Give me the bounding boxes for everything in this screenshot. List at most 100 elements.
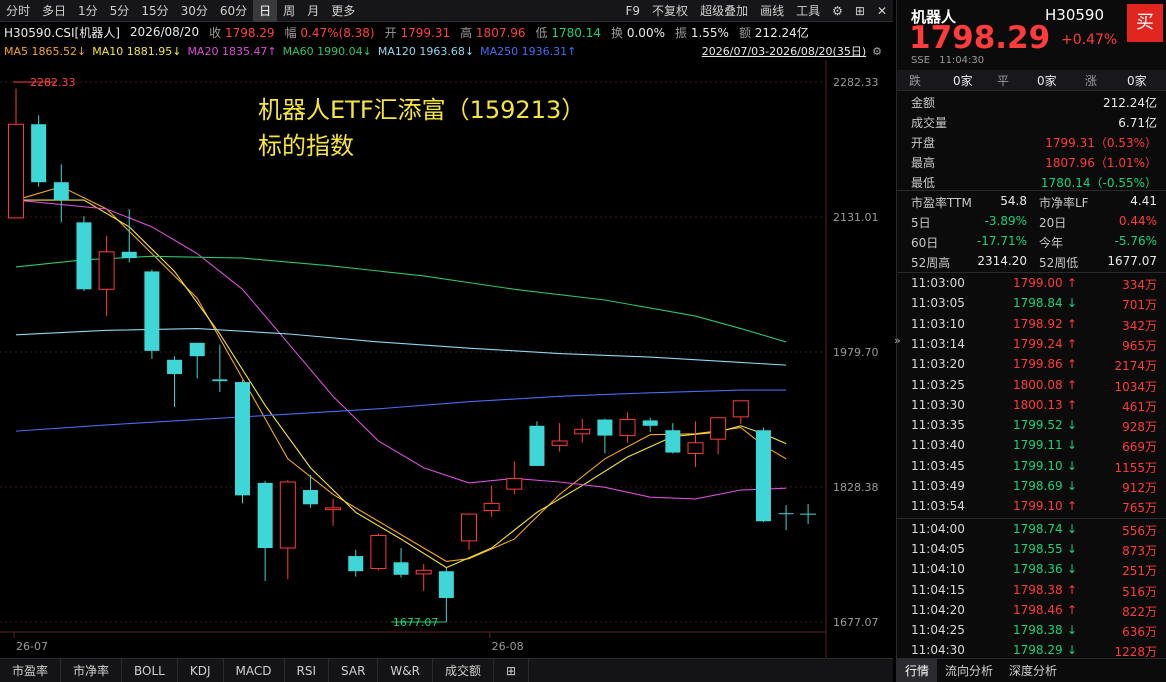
tick-time: 11:03:45 — [911, 458, 965, 473]
candle-body — [619, 419, 636, 437]
arrow-down-icon: ↓ — [1067, 438, 1078, 453]
stat-row: 最低 1780.14（-0.55%） — [897, 172, 1166, 192]
tool-button-1[interactable]: 不复权 — [646, 0, 694, 22]
indicator-tab-7[interactable]: W&R — [378, 658, 433, 682]
expand-icon[interactable]: ⊞ — [849, 0, 871, 22]
tick-time: 11:03:40 — [911, 438, 965, 453]
candle-body — [212, 379, 228, 382]
buy-button[interactable]: 买 — [1127, 4, 1163, 42]
metric-row: 60日 -17.71% 今年 -5.76% — [897, 232, 1166, 252]
tick-time: 11:03:05 — [911, 296, 965, 311]
candle-body — [755, 430, 771, 522]
tick-time: 11:03:35 — [911, 418, 965, 433]
tick-price: 1799.11 — [1013, 438, 1063, 453]
period-tab-3[interactable]: 5分 — [104, 0, 136, 22]
collapse-panel-icon[interactable]: » — [894, 334, 901, 347]
indicator-tab-5[interactable]: RSI — [285, 658, 330, 682]
stat-value: 6.71亿 — [1118, 116, 1157, 130]
period-tab-10[interactable]: 更多 — [325, 0, 361, 22]
tick-price: 1799.24 — [1013, 336, 1063, 351]
metric-value: -3.89% — [984, 214, 1027, 228]
candle-body — [53, 182, 69, 201]
stat-row: 成交量 6.71亿 — [897, 112, 1166, 132]
indicator-tab-4[interactable]: MACD — [224, 658, 285, 682]
tool-button-2[interactable]: 超级叠加 — [694, 0, 754, 22]
ma-line-ma5 — [15, 186, 787, 562]
panel-tab-0[interactable]: 行情 — [897, 659, 938, 682]
tick-price: 1798.29 — [1013, 643, 1063, 658]
quote-panel: 机器人 H30590 买 1798.29 +0.47% SSE 11:04:30… — [896, 0, 1166, 682]
tick-time: 11:04:25 — [911, 623, 965, 638]
indicator-tab-3[interactable]: KDJ — [178, 658, 224, 682]
period-tab-5[interactable]: 30分 — [175, 0, 214, 22]
tick-price: 1800.08 — [1013, 377, 1063, 392]
tool-button-0[interactable]: F9 — [620, 0, 647, 22]
kline-chart[interactable]: 2282.33 2131.01 1979.70 1828.38 1677.07 26-07… — [0, 60, 893, 658]
breadth-value-0: 0家 — [953, 74, 973, 88]
tool-button-3[interactable]: 画线 — [754, 0, 790, 22]
stat-label: 金额 — [911, 96, 936, 110]
period-tab-9[interactable]: 月 — [301, 0, 325, 22]
period-tab-1[interactable]: 多日 — [36, 0, 72, 22]
indicator-tab-8[interactable]: 成交额 — [433, 658, 494, 682]
period-tab-6[interactable]: 60分 — [214, 0, 253, 22]
indicator-tab-2[interactable]: BOLL — [122, 658, 178, 682]
tick-time: 11:03:14 — [911, 336, 965, 351]
high-marker-label: 2282.33 — [30, 76, 76, 89]
stat-label: 开盘 — [911, 136, 936, 150]
arrow-up-icon: ↑ — [1067, 316, 1078, 331]
gear-icon[interactable]: ⚙ — [826, 0, 849, 22]
tick-price: 1798.74 — [1013, 521, 1063, 536]
tool-button-4[interactable]: 工具 — [790, 0, 826, 22]
tick-price: 1799.10 — [1013, 499, 1063, 514]
tick-row: 11:03:05 1798.84 ↓ 701万 — [897, 294, 1166, 314]
close-icon[interactable]: ✕ — [871, 0, 893, 22]
settings-icon[interactable]: ⚙ — [872, 45, 890, 58]
add-indicator-icon[interactable]: ⊞ — [494, 658, 530, 682]
candle-body — [483, 502, 500, 512]
period-tab-0[interactable]: 分时 — [0, 0, 36, 22]
tick-time: 11:03:25 — [911, 377, 965, 392]
tick-time: 11:03:49 — [911, 479, 965, 493]
tick-volume: 461万 — [1122, 399, 1157, 414]
tick-time: 11:04:10 — [911, 562, 965, 577]
candle-body — [325, 507, 342, 511]
period-tab-8[interactable]: 周 — [277, 0, 301, 22]
candle-body — [76, 222, 92, 290]
open-value: 1799.31 — [400, 25, 451, 40]
candle-body — [665, 430, 681, 453]
metric-value: 54.8 — [1000, 194, 1027, 208]
indicator-tab-6[interactable]: SAR — [329, 658, 379, 682]
candle-body — [189, 342, 205, 357]
annotation-subtitle: 标的指数 — [258, 132, 354, 160]
tick-volume: 873万 — [1122, 543, 1157, 558]
arrow-up-icon: ↑ — [1067, 602, 1078, 617]
arrow-down-icon: ↓ — [1067, 562, 1078, 577]
candle-body — [506, 477, 523, 490]
period-tab-2[interactable]: 1分 — [72, 0, 104, 22]
candle-body — [551, 440, 568, 446]
market-label: SSE — [911, 55, 931, 66]
low-marker-label: 1677.07 — [393, 616, 439, 629]
quote-code: H30590 — [1045, 6, 1104, 24]
tick-time: 11:04:00 — [911, 521, 965, 536]
stat-value: 1807.96（1.01%） — [1045, 156, 1157, 170]
tick-volume: 251万 — [1122, 564, 1157, 579]
period-tab-7[interactable]: 日 — [253, 0, 278, 22]
panel-tab-2[interactable]: 深度分析 — [1001, 659, 1065, 682]
arrow-up-icon: ↑ — [1067, 499, 1078, 514]
candle-body — [732, 400, 749, 418]
metric-label: 今年 — [1039, 236, 1064, 250]
period-tab-4[interactable]: 15分 — [135, 0, 174, 22]
tick-row: 11:03:40 1799.11 ↓ 669万 — [897, 436, 1166, 456]
price-axis-label: 1677.07 — [833, 616, 879, 629]
tick-price: 1800.13 — [1013, 397, 1063, 412]
indicator-tab-1[interactable]: 市净率 — [61, 658, 123, 682]
tick-price: 1798.92 — [1013, 316, 1063, 331]
date-range[interactable]: 2026/07/03-2026/08/20(35日) — [702, 43, 866, 59]
panel-tab-1[interactable]: 流向分析 — [937, 659, 1001, 682]
indicator-tab-0[interactable]: 市盈率 — [0, 658, 62, 682]
candle-body — [597, 419, 613, 436]
metric-row: 5日 -3.89% 20日 0.44% — [897, 212, 1166, 232]
date-axis-label: 26-08 — [492, 640, 524, 653]
